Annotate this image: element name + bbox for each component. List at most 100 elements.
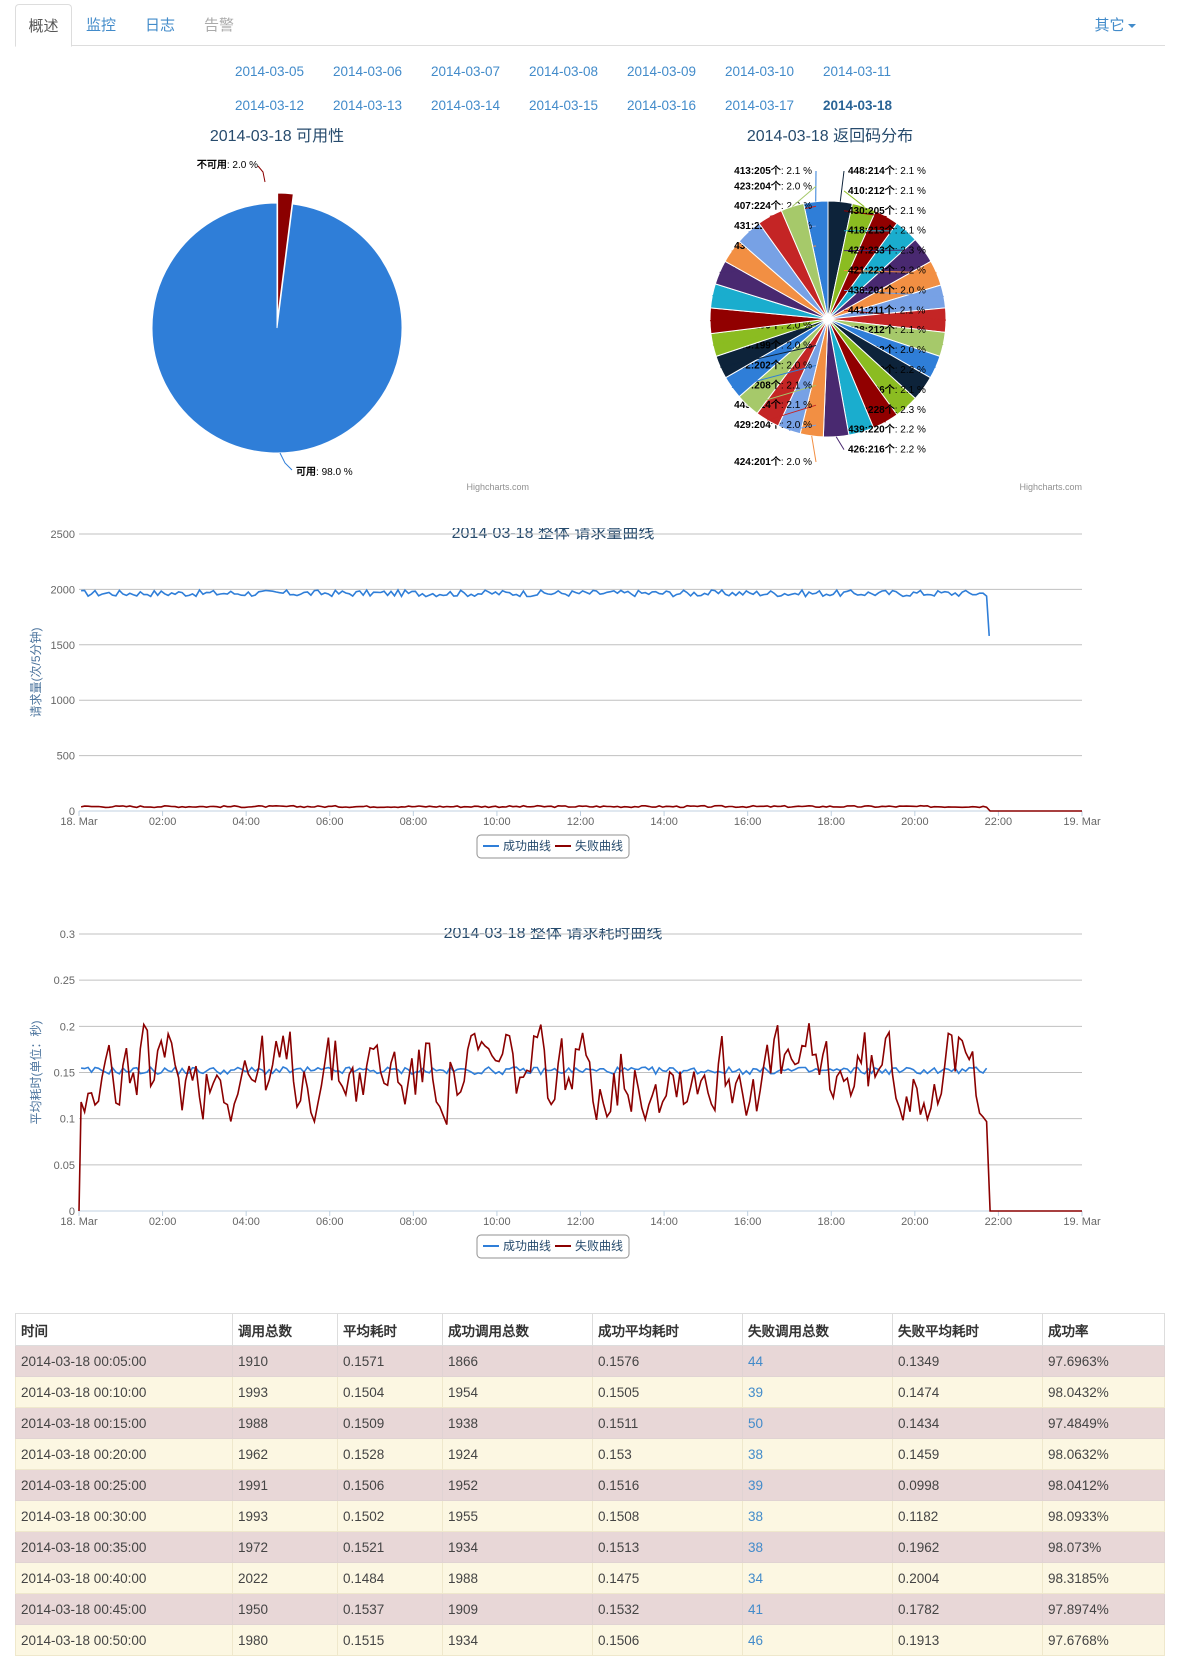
slice-label-group: 426:216个: 2.2 % (835, 436, 926, 456)
table-cell: 0.1459 (892, 1438, 1043, 1470)
tab-monitor[interactable]: 监控 (79, 4, 123, 47)
slice-value: 2.1 % (900, 206, 926, 217)
x-tick-label: 16:00 (734, 1216, 762, 1228)
date-link[interactable]: 2014-03-16 (627, 98, 696, 113)
table-cell: 1938 (442, 1407, 593, 1439)
slice-value: 2.0 % (786, 360, 812, 371)
table-row: 2014-03-18 00:25:00 1991 0.1506 1952 0.1516 3… (15, 1469, 1165, 1501)
date-link-current[interactable]: 2014-03-18 (823, 98, 892, 113)
table-row: 2014-03-18 00:15:00 1988 0.1509 1938 0.1511 5… (15, 1407, 1165, 1439)
date-link[interactable]: 2014-03-12 (235, 98, 304, 113)
y-tick-label: 2000 (51, 584, 75, 596)
table-cell: 98.073% (1042, 1531, 1165, 1563)
stats-table: 时间 调用总数 平均耗时 成功调用总数 成功平均耗时 失败调用总数 失败平均耗时… (15, 1313, 1165, 1656)
date-link[interactable]: 2014-03-08 (529, 64, 598, 79)
date-link[interactable]: 2014-03-15 (529, 98, 598, 113)
table-cell: 0.1521 (337, 1531, 443, 1563)
date-link[interactable]: 2014-03-05 (235, 64, 304, 79)
failure-count-link[interactable]: 34 (748, 1571, 763, 1586)
x-tick-label: 02:00 (149, 816, 177, 828)
x-tick-label: 19. Mar (1063, 816, 1101, 828)
date-link[interactable]: 2014-03-07 (431, 64, 500, 79)
table-row: 2014-03-18 00:05:00 1910 0.1571 1866 0.1576 4… (15, 1345, 1165, 1377)
slice-value: 2.0 % (900, 285, 926, 296)
x-tick-label: 06:00 (316, 1216, 344, 1228)
table-cell: 0.1515 (337, 1624, 443, 1656)
slice-label: 可用: 98.0 % (296, 466, 353, 478)
slice-label: 424:201个: 2.0 % (734, 455, 812, 468)
slice-value: 2.2 % (900, 445, 926, 456)
date-link[interactable]: 2014-03-17 (725, 98, 794, 113)
failure-count-link[interactable]: 50 (748, 1416, 763, 1431)
tab-alerts: 告警 (203, 17, 234, 34)
slice-name: 423:204个 (734, 179, 782, 192)
more-dropdown[interactable]: 其它 (1085, 4, 1145, 47)
table-cell: 44 (742, 1345, 893, 1377)
more-label: 其它 (1094, 17, 1125, 34)
slice-value: 2.0 % (900, 345, 926, 356)
table-cell: 0.1475 (592, 1562, 743, 1594)
series-line-failure (80, 804, 1082, 812)
slice-label: 410:212个: 2.1 % (848, 184, 926, 197)
x-tick-label: 04:00 (232, 1216, 260, 1228)
failure-count-link[interactable]: 46 (748, 1633, 763, 1648)
slice-label: 426:216个: 2.2 % (848, 443, 926, 456)
date-link[interactable]: 2014-03-14 (431, 98, 500, 113)
slice-name: 436:201个 (848, 283, 896, 296)
col-fail-avg: 失败平均耗时 (892, 1313, 1043, 1346)
slice-label: 413:205个: 2.1 % (734, 164, 812, 177)
tab-overview[interactable]: 概述 (15, 4, 72, 47)
slice-label: 421:223个: 2.2 % (848, 264, 926, 277)
x-tick-label: 20:00 (901, 816, 929, 828)
connector-line (279, 452, 293, 471)
table-cell: 0.1504 (337, 1376, 443, 1408)
slice-name: 410:212个 (848, 184, 896, 197)
x-tick-label: 18:00 (817, 816, 845, 828)
date-link[interactable]: 2014-03-13 (333, 98, 402, 113)
failure-count-link[interactable]: 38 (748, 1509, 763, 1524)
date-link[interactable]: 2014-03-10 (725, 64, 794, 79)
table-cell: 2014-03-18 00:20:00 (15, 1438, 233, 1470)
failure-count-link[interactable]: 38 (748, 1447, 763, 1462)
x-tick-label: 08:00 (400, 1216, 428, 1228)
slice-value: 2.2 % (900, 425, 926, 436)
x-tick-label: 20:00 (901, 1216, 929, 1228)
chart-legend: 成功曲线 失败曲线 (476, 1234, 630, 1259)
failure-count-link[interactable]: 39 (748, 1385, 763, 1400)
slice-label-group: 427:233个: 2.3 % (843, 244, 926, 257)
date-link[interactable]: 2014-03-09 (627, 64, 696, 79)
x-tick-label: 19. Mar (1063, 1216, 1101, 1228)
table-cell: 0.1782 (892, 1593, 1043, 1625)
table-cell: 39 (742, 1376, 893, 1408)
failure-count-link[interactable]: 41 (748, 1602, 763, 1617)
table-row: 2014-03-18 00:20:00 1962 0.1528 1924 0.153 38… (15, 1438, 1165, 1470)
table-cell: 0.1349 (892, 1345, 1043, 1377)
table-cell: 97.4849% (1042, 1407, 1165, 1439)
slice-name: 441:211个 (848, 303, 895, 316)
failure-count-link[interactable]: 38 (748, 1540, 763, 1555)
series-line-success (80, 1065, 988, 1076)
date-link[interactable]: 2014-03-11 (823, 64, 891, 79)
col-total: 调用总数 (232, 1313, 338, 1346)
table-cell: 2014-03-18 00:40:00 (15, 1562, 233, 1594)
tab-logs[interactable]: 日志 (138, 4, 182, 47)
series-line-failure (78, 1022, 1082, 1212)
failure-count-link[interactable]: 44 (748, 1354, 763, 1369)
table-cell: 0.1182 (892, 1500, 1043, 1532)
x-tick-label: 14:00 (650, 1216, 678, 1228)
failure-count-link[interactable]: 39 (748, 1478, 763, 1493)
chart-legend: 成功曲线 失败曲线 (476, 834, 630, 859)
y-tick-label: 0.1 (60, 1114, 75, 1126)
slice-label: 427:233个: 2.3 % (848, 244, 926, 257)
y-tick-label: 1000 (51, 695, 75, 707)
table-cell: 0.1506 (592, 1624, 743, 1656)
legend-item: 失败曲线 (575, 1238, 623, 1253)
slice-value: 2.3 % (900, 405, 926, 416)
chart-title: 2014-03-18 整体 请求量曲线 (452, 528, 655, 542)
x-tick-label: 10:00 (483, 1216, 511, 1228)
table-cell: 2014-03-18 00:30:00 (15, 1500, 233, 1532)
date-link[interactable]: 2014-03-06 (333, 64, 402, 79)
table-cell: 97.6768% (1042, 1624, 1165, 1656)
table-cell: 0.0998 (892, 1469, 1043, 1501)
y-tick-label: 0.3 (60, 929, 75, 941)
